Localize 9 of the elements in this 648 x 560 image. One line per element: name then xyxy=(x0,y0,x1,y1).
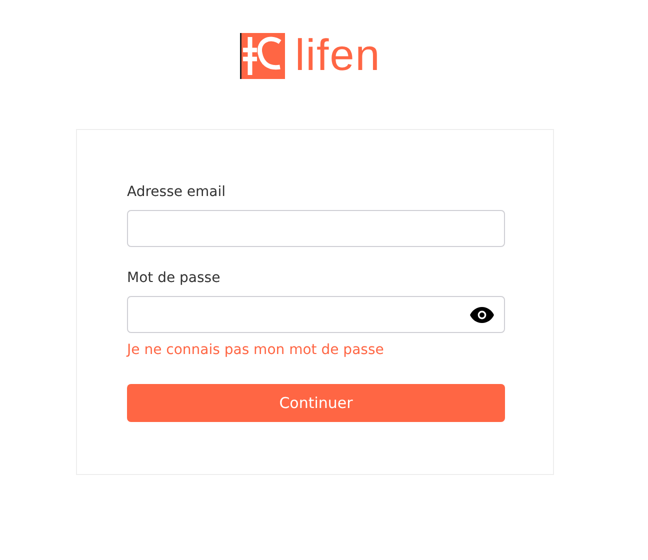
email-field[interactable] xyxy=(127,210,505,247)
eye-icon[interactable] xyxy=(470,306,494,322)
field-label: Mot de passe xyxy=(127,270,222,286)
field-label: Adresse email xyxy=(127,184,227,200)
logo-text: lifen xyxy=(295,33,381,79)
continue-button[interactable]: Continuer xyxy=(127,384,505,422)
password-field[interactable] xyxy=(127,296,505,333)
logo-icon xyxy=(240,33,285,79)
forgot-password-link[interactable]: Je ne connais pas mon mot de passe xyxy=(127,342,384,358)
